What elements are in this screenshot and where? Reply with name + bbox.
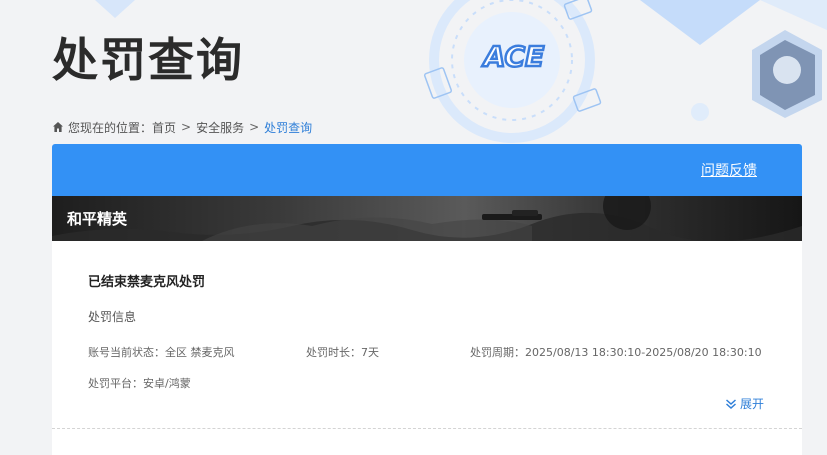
penalty-duration: 处罚时长：7天 — [306, 346, 379, 359]
breadcrumb-home[interactable]: 首页 — [152, 119, 176, 136]
section-label-penalty-info: 处罚信息 — [88, 310, 137, 324]
penalty-period: 处罚周期：2025/08/13 18:30:10-2025/08/20 18:3… — [470, 346, 762, 359]
penalty-card: 问题反馈 和平精英 已结束禁麦克风处罚 处罚信息 账号当前状态：全区 禁麦克风 … — [52, 144, 802, 455]
breadcrumb-security-services[interactable]: 安全服务 — [196, 119, 244, 136]
home-icon — [53, 122, 63, 132]
breadcrumb-prefix: 您现在的位置： — [68, 120, 153, 135]
record-title: 已结束禁麦克风处罚 — [88, 275, 206, 290]
page-title: 处罚查询 — [52, 33, 244, 87]
game-banner-art — [52, 196, 802, 241]
expand-button[interactable]: 展开 — [725, 395, 764, 412]
breadcrumb-separator: > — [249, 120, 260, 134]
card-header-bar: 问题反馈 — [52, 144, 802, 196]
breadcrumb-separator: > — [181, 120, 192, 134]
breadcrumb-current: 处罚查询 — [264, 120, 313, 135]
record-divider — [52, 428, 802, 429]
ace-logo: ACE — [481, 39, 546, 74]
breadcrumb: 您现在的位置： 首页 > 安全服务 > 处罚查询 — [52, 118, 312, 136]
ace-logo-text: ACE — [482, 40, 544, 73]
penalty-record: 已结束禁麦克风处罚 处罚信息 账号当前状态：全区 禁麦克风 处罚时长：7天 处罚… — [52, 241, 802, 441]
account-status: 账号当前状态：全区 禁麦克风 — [88, 346, 235, 359]
game-name: 和平精英 — [67, 210, 128, 228]
feedback-link[interactable]: 问题反馈 — [701, 160, 757, 180]
page: ACE 处罚查询 您现在的位置： 首页 > 安全服务 > 处罚查询 问题反馈 和… — [0, 0, 827, 455]
penalty-platform: 处罚平台：安卓/鸿蒙 — [88, 377, 191, 390]
game-banner: 和平精英 — [52, 196, 802, 241]
double-chevron-down-icon — [725, 398, 736, 409]
expand-label: 展开 — [739, 397, 764, 411]
